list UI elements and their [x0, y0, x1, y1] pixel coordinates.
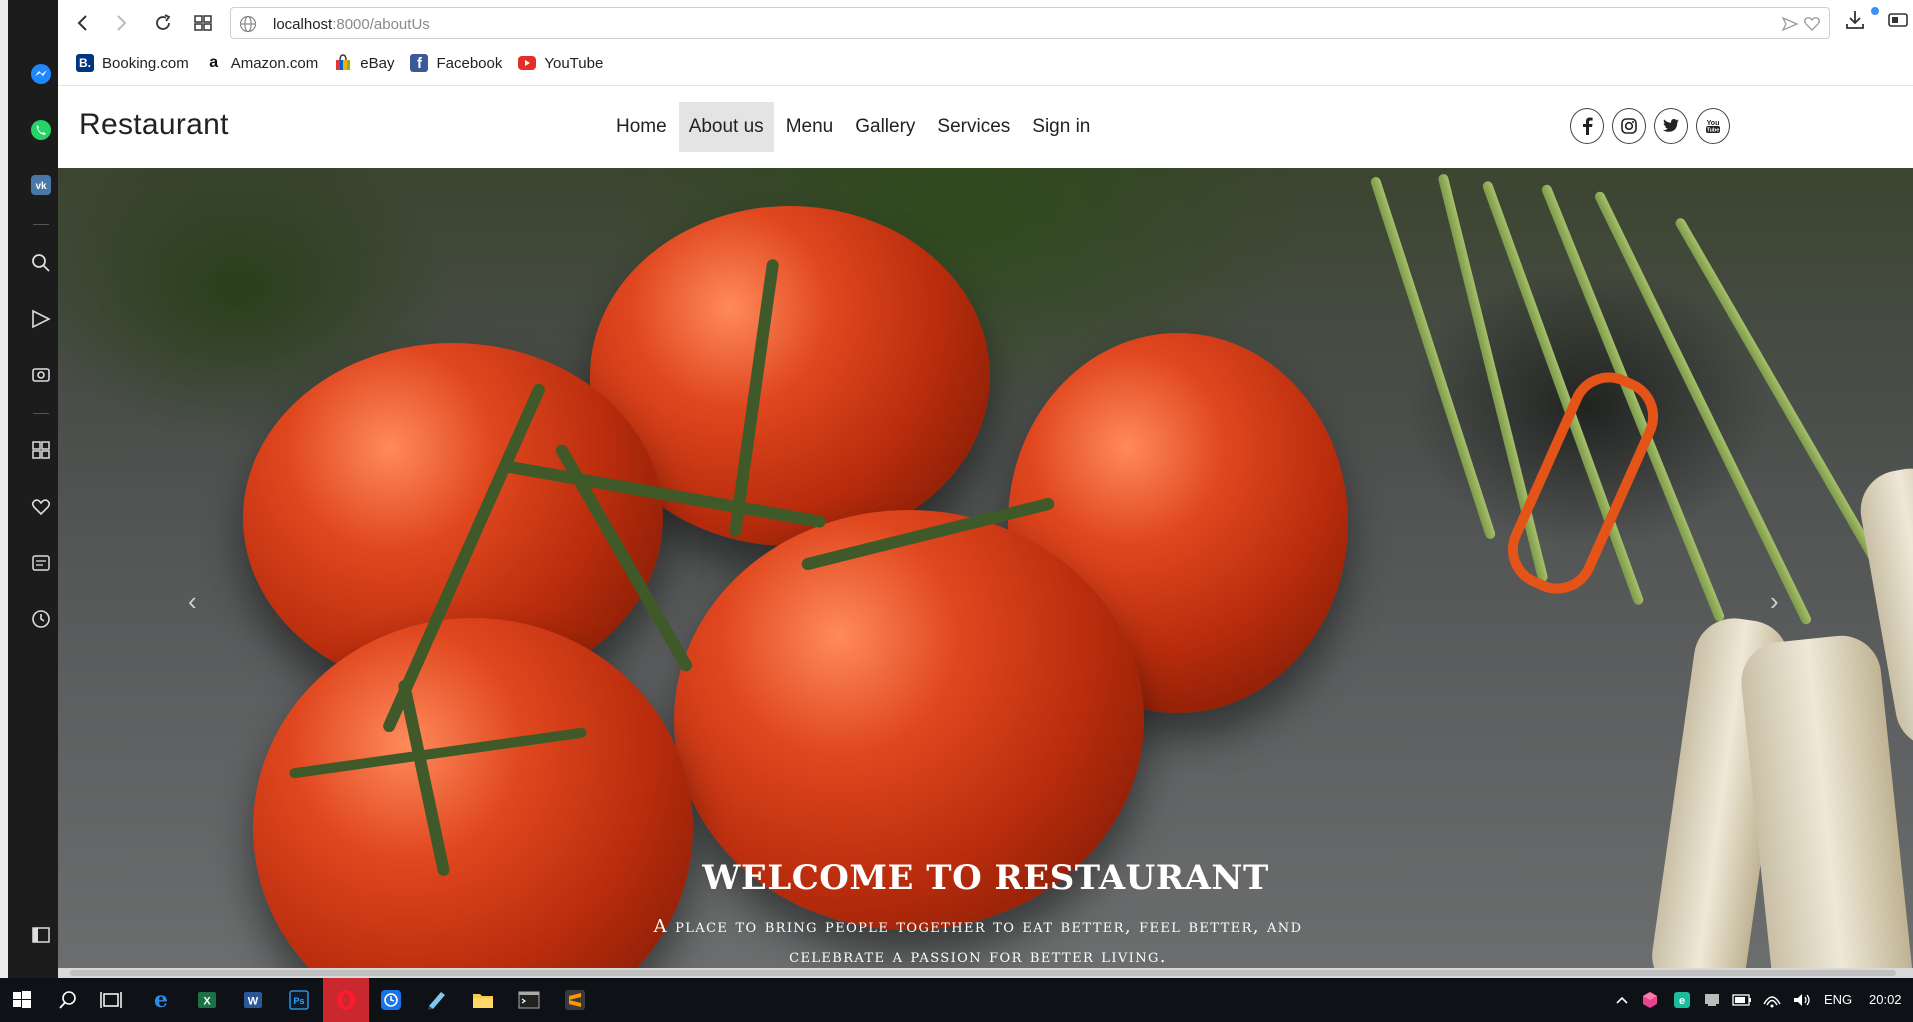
svg-text:You: You [1707, 120, 1720, 127]
booking-icon: B. [76, 54, 94, 72]
menu-item-home[interactable]: Home [606, 102, 677, 152]
tray-app-icon[interactable] [1634, 984, 1666, 1016]
tabs-grid-button[interactable] [188, 8, 218, 38]
address-bar[interactable]: localhost:8000/aboutUs [230, 7, 1830, 39]
globe-icon [239, 15, 257, 38]
hero-carousel: ‹ › WELCOME TO RESTAURANT A place to bri… [58, 168, 1913, 968]
tray-e-icon[interactable]: e [1666, 984, 1698, 1016]
browser-chrome: localhost:8000/aboutUs B. Booking.com a … [58, 0, 1913, 86]
menu-item-sign-in[interactable]: Sign in [1022, 102, 1100, 152]
opera-sidebar: vk [0, 0, 58, 978]
web-page: Restaurant Home About us Menu Gallery Se… [58, 86, 1913, 978]
horizontal-scrollbar[interactable] [58, 968, 1913, 978]
taskbar-search-icon[interactable] [52, 984, 84, 1016]
edge-icon[interactable]: e [145, 984, 177, 1016]
bookmarks-bar: B. Booking.com a Amazon.com eBay f Faceb… [76, 54, 603, 72]
opera-icon[interactable] [323, 978, 369, 1022]
url-text[interactable]: localhost:8000/aboutUs [273, 16, 430, 33]
bookmark-label: Booking.com [102, 54, 189, 72]
svg-text:Tube: Tube [1707, 128, 1720, 134]
task-view-icon[interactable] [95, 984, 127, 1016]
bookmark-amazon[interactable]: a Amazon.com [205, 54, 319, 72]
youtube-icon[interactable]: You Tube [1696, 108, 1730, 144]
facebook-icon: f [410, 54, 429, 72]
facebook-icon[interactable] [1570, 108, 1604, 144]
carousel-prev-button[interactable]: ‹ [188, 586, 197, 617]
twitter-icon[interactable] [1654, 108, 1688, 144]
battery-icon[interactable] [1726, 984, 1758, 1016]
svg-text:W: W [248, 996, 259, 1008]
bookmark-youtube[interactable]: YouTube [518, 54, 603, 72]
site-header: Restaurant Home About us Menu Gallery Se… [58, 86, 1913, 168]
bookmark-label: eBay [360, 54, 395, 72]
terminal-icon[interactable] [513, 984, 545, 1016]
main-menu: Home About us Menu Gallery Services Sign… [606, 102, 1100, 152]
language-indicator[interactable]: ENG [1824, 992, 1852, 1007]
amazon-icon: a [209, 54, 219, 71]
ebay-icon [334, 54, 352, 72]
url-host: localhost [273, 16, 333, 33]
word-icon[interactable]: W [237, 984, 269, 1016]
notepad-icon[interactable] [421, 984, 453, 1016]
wifi-icon[interactable] [1756, 984, 1788, 1016]
carousel-next-button[interactable]: › [1770, 586, 1779, 617]
app-clock-icon[interactable] [375, 984, 407, 1016]
social-links: You Tube [1570, 108, 1730, 144]
bookmark-ebay[interactable]: eBay [334, 54, 394, 72]
photoshop-icon[interactable]: Ps [283, 984, 315, 1016]
download-badge [1871, 7, 1879, 15]
sublime-text-icon[interactable] [559, 984, 591, 1016]
windows-start-icon[interactable] [6, 984, 38, 1016]
file-explorer-icon[interactable] [467, 984, 499, 1016]
svg-text:vk: vk [35, 181, 47, 192]
reload-button[interactable] [148, 8, 178, 38]
send-page-icon[interactable] [1781, 15, 1799, 38]
svg-text:Ps: Ps [293, 996, 304, 1006]
bookmark-label: Amazon.com [230, 54, 319, 72]
download-icon[interactable] [1844, 9, 1866, 36]
battery-saver-icon[interactable] [1888, 12, 1910, 33]
svg-text:X: X [203, 996, 211, 1008]
hero-title: WELCOME TO RESTAURANT [702, 858, 1269, 898]
bookmark-booking[interactable]: B. Booking.com [76, 54, 189, 72]
menu-item-services[interactable]: Services [927, 102, 1020, 152]
volume-icon[interactable] [1786, 984, 1818, 1016]
menu-item-menu[interactable]: Menu [776, 102, 844, 152]
bookmark-facebook[interactable]: f Facebook [410, 54, 502, 72]
windows-taskbar: e X W Ps e ENG 20:02 [0, 978, 1913, 1022]
menu-item-about-us[interactable]: About us [678, 102, 774, 152]
instagram-icon[interactable] [1612, 108, 1646, 144]
back-button[interactable] [68, 8, 98, 38]
forward-button[interactable] [106, 8, 136, 38]
bookmark-heart-icon[interactable] [1803, 15, 1821, 38]
hero-subtitle: A place to bring people together to eat … [653, 916, 1303, 967]
youtube-icon [518, 54, 537, 72]
svg-text:e: e [1679, 995, 1685, 1007]
menu-item-gallery[interactable]: Gallery [845, 102, 925, 152]
site-logo[interactable]: Restaurant [79, 108, 229, 142]
excel-icon[interactable]: X [191, 984, 223, 1016]
url-path: :8000/aboutUs [332, 16, 430, 33]
bookmark-label: YouTube [544, 54, 604, 72]
tray-display-icon[interactable] [1696, 984, 1728, 1016]
bookmark-label: Facebook [436, 54, 503, 72]
clock[interactable]: 20:02 [1869, 992, 1902, 1007]
